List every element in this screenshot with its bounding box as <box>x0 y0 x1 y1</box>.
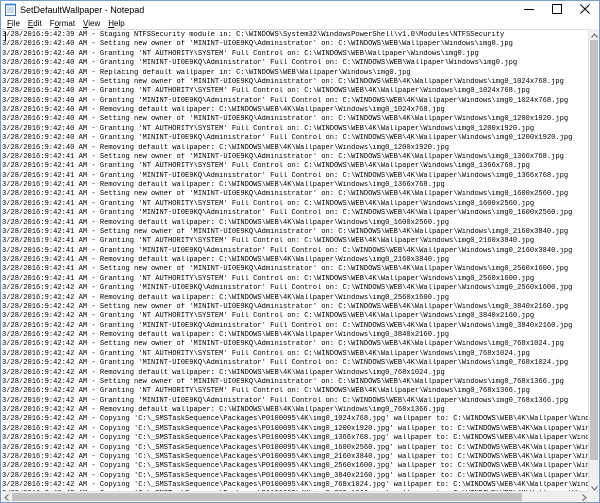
log-line: 3/28/2016:9:42:42 AM - Copying 'C:\_SMST… <box>2 415 589 424</box>
log-line: 3/28/2016:9:42:40 AM - Granting 'MININT-… <box>2 134 573 143</box>
log-line: 3/28/2016:9:42:40 AM - Setting new owner… <box>2 115 569 124</box>
menu-edit[interactable]: Edit <box>24 18 46 29</box>
notepad-icon[interactable] <box>4 3 16 16</box>
menu-view[interactable]: View <box>79 18 104 29</box>
log-line: 3/28/2016:9:42:42 AM - Setting new owner… <box>2 377 564 386</box>
log-line: 3/28/2016:9:42:41 AM - Granting 'MININT-… <box>2 246 573 255</box>
log-line: 3/28/2016:9:42:41 AM - Removing default … <box>2 256 449 264</box>
scroll-left-button[interactable] <box>1 492 11 502</box>
maximize-icon <box>552 1 562 19</box>
log-line: 3/28/2016:9:42:42 AM - Granting 'MININT-… <box>2 396 569 405</box>
log-line: 3/28/2016:9:42:42 AM - Setting new owner… <box>2 302 569 311</box>
log-line: 3/28/2016:9:42:42 AM - Removing default … <box>2 368 445 377</box>
log-line: 3/28/2016:9:42:42 AM - Granting 'NT AUTH… <box>2 349 530 358</box>
log-line: 3/28/2016:9:42:42 AM - Granting 'NT AUTH… <box>2 387 530 396</box>
log-line: 3/28/2016:9:42:42 AM - Removing default … <box>2 406 445 414</box>
log-line: 3/28/2016:9:42:42 AM - Copying 'C:\_SMST… <box>2 471 589 480</box>
close-button[interactable] <box>571 1 599 18</box>
log-line: 3/28/2016:9:42:42 AM - Removing default … <box>2 293 449 302</box>
log-line: 3/28/2016:9:42:42 AM - Copying 'C:\_SMST… <box>2 424 589 433</box>
log-line: 3/28/2016:9:42:42 AM - Copying 'C:\_SMST… <box>2 462 589 471</box>
vertical-scroll-thumb[interactable] <box>590 40 598 460</box>
close-icon <box>580 1 590 19</box>
log-line: 3/28/2016:9:42:40 AM - Setting new owner… <box>2 77 564 86</box>
log-line: 3/28/2016:9:42:41 AM - Granting 'NT AUTH… <box>2 274 535 283</box>
log-line: 3/28/2016:9:42:41 AM - Setting new owner… <box>2 227 569 236</box>
log-line: 3/28/2016:9:42:40 AM - Replacing default… <box>2 68 411 77</box>
log-line: 3/28/2016:9:42:39 AM - Staging NTFSSecur… <box>2 31 505 39</box>
menu-format[interactable]: Format <box>46 18 79 29</box>
log-line: 3/28/2016:9:42:40 AM - Granting 'NT AUTH… <box>2 49 479 58</box>
scrollbar-corner <box>589 492 599 502</box>
scroll-up-button[interactable] <box>589 29 599 39</box>
vertical-scrollbar[interactable] <box>588 29 599 492</box>
log-line: 3/28/2016:9:42:41 AM - Granting 'NT AUTH… <box>2 237 535 246</box>
log-text: 3/28/2016:9:42:39 AM - Staging NTFSSecur… <box>1 30 589 492</box>
log-line: 3/28/2016:9:42:41 AM - Removing default … <box>2 218 449 227</box>
log-line: 3/28/2016:9:42:42 AM - Copying 'C:\_SMST… <box>2 434 589 443</box>
log-line: 3/28/2016:9:42:42 AM - Removing default … <box>2 331 449 339</box>
log-line: 3/28/2016:9:42:41 AM - Setting new owner… <box>2 190 569 199</box>
log-line: 3/28/2016:9:42:42 AM - Setting new owner… <box>2 340 564 349</box>
log-line: 3/28/2016:9:42:40 AM - Granting 'NT AUTH… <box>2 87 530 96</box>
log-line: 3/28/2016:9:42:41 AM - Granting 'MININT-… <box>2 209 573 218</box>
log-line: 3/28/2016:9:42:42 AM - Granting 'MININT-… <box>2 359 569 368</box>
maximize-button[interactable] <box>543 1 571 18</box>
log-line: 3/28/2016:9:42:40 AM - Granting 'MININT-… <box>2 59 518 68</box>
caption-buttons <box>515 1 599 18</box>
menu-help[interactable]: Help <box>104 18 128 29</box>
text-editor[interactable]: 3/28/2016:9:42:39 AM - Staging NTFSSecur… <box>1 29 589 492</box>
log-line: 3/28/2016:9:42:42 AM - Copying 'C:\_SMST… <box>2 481 589 489</box>
scroll-right-button[interactable] <box>579 492 589 502</box>
scroll-right-arrow-icon <box>581 488 587 502</box>
log-line: 3/28/2016:9:42:42 AM - Copying 'C:\_SMST… <box>2 443 589 452</box>
scroll-left-arrow-icon <box>3 488 9 502</box>
log-line: 3/28/2016:9:42:40 AM - Removing default … <box>2 143 449 152</box>
log-line: 3/28/2016:9:42:41 AM - Removing default … <box>2 181 445 189</box>
horizontal-scroll-thumb[interactable] <box>12 493 522 501</box>
scroll-down-button[interactable] <box>589 482 599 492</box>
text-caret <box>5 32 6 41</box>
title-bar[interactable]: SetDefaultWallpaper - Notepad <box>1 1 599 18</box>
horizontal-scrollbar[interactable] <box>1 491 589 502</box>
minimize-icon <box>524 1 534 19</box>
log-line: 3/28/2016:9:42:40 AM - Setting new owner… <box>2 40 513 49</box>
log-line: 3/28/2016:9:42:42 AM - Granting 'NT AUTH… <box>2 312 535 321</box>
log-line: 3/28/2016:9:42:40 AM - Granting 'MININT-… <box>2 96 569 105</box>
log-line: 3/28/2016:9:42:42 AM - Granting 'MININT-… <box>2 284 573 293</box>
log-line: 3/28/2016:9:42:41 AM - Setting new owner… <box>2 265 569 274</box>
log-line: 3/28/2016:9:42:40 AM - Removing default … <box>2 106 445 114</box>
log-line: 3/28/2016:9:42:41 AM - Granting 'MININT-… <box>2 171 569 180</box>
log-line: 3/28/2016:9:42:40 AM - Granting 'NT AUTH… <box>2 124 535 133</box>
log-line: 3/28/2016:9:42:41 AM - Granting 'NT AUTH… <box>2 162 530 171</box>
notepad-window: SetDefaultWallpaper - Notepad File Edit … <box>0 0 600 503</box>
log-line: 3/28/2016:9:42:42 AM - Copying 'C:\_SMST… <box>2 452 589 461</box>
log-line: 3/28/2016:9:42:41 AM - Granting 'NT AUTH… <box>2 199 535 208</box>
menu-bar: File Edit Format View Help <box>1 18 599 29</box>
minimize-button[interactable] <box>515 1 543 18</box>
log-line: 3/28/2016:9:42:42 AM - Granting 'MININT-… <box>2 321 573 330</box>
log-line: 3/28/2016:9:42:41 AM - Setting new owner… <box>2 152 564 161</box>
menu-file[interactable]: File <box>3 18 24 29</box>
window-title: SetDefaultWallpaper - Notepad <box>20 4 145 15</box>
